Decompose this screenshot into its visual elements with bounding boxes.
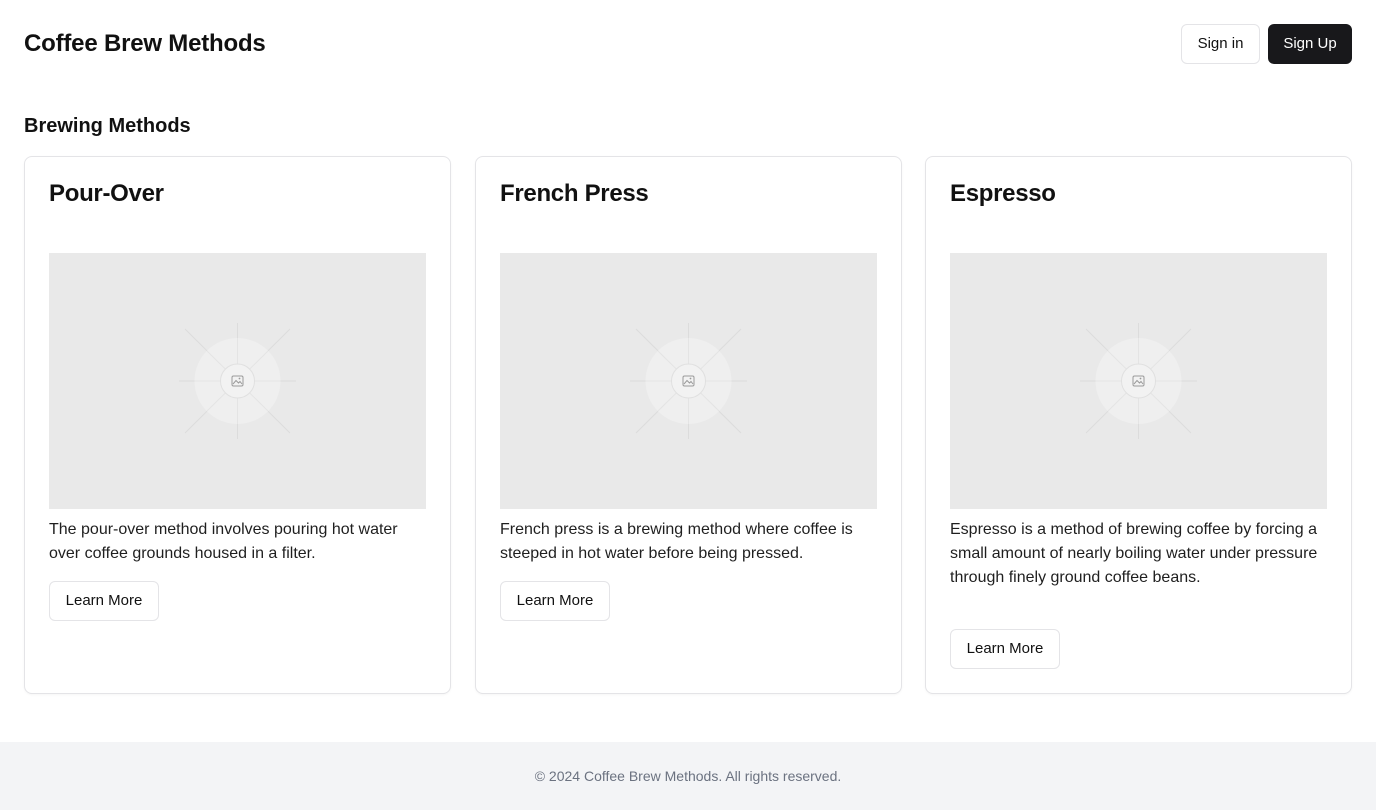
sign-in-button[interactable]: Sign in (1181, 24, 1260, 64)
footer-copyright: © 2024 Coffee Brew Methods. All rights r… (534, 768, 842, 784)
method-card-espresso: Espresso Espresso is a method of brewing… (925, 156, 1352, 694)
image-placeholder-icon (1080, 323, 1197, 439)
card-description: French press is a brewing method where c… (500, 521, 853, 562)
card-description: Espresso is a method of brewing coffee b… (950, 521, 1318, 586)
learn-more-button[interactable]: Learn More (500, 581, 610, 621)
site-title: Coffee Brew Methods (24, 30, 266, 57)
card-image (49, 253, 426, 509)
learn-more-button[interactable]: Learn More (49, 581, 159, 621)
method-card-french-press: French Press French press is a brewing m… (475, 156, 902, 694)
card-description: The pour-over method involves pouring ho… (49, 521, 398, 562)
card-title: French Press (500, 180, 649, 207)
image-placeholder-icon (630, 323, 747, 439)
site-footer: © 2024 Coffee Brew Methods. All rights r… (0, 742, 1376, 810)
card-image (500, 253, 877, 509)
method-card-pour-over: Pour-Over The pour-over method involves … (24, 156, 451, 694)
card-title: Pour-Over (49, 180, 164, 207)
sign-up-button[interactable]: Sign Up (1268, 24, 1352, 64)
section-title: Brewing Methods (24, 115, 191, 137)
card-title: Espresso (950, 180, 1056, 207)
site-header: Coffee Brew Methods Sign in Sign Up (0, 0, 1376, 88)
image-placeholder-icon (179, 323, 296, 439)
learn-more-button[interactable]: Learn More (950, 629, 1060, 669)
card-image (950, 253, 1327, 509)
